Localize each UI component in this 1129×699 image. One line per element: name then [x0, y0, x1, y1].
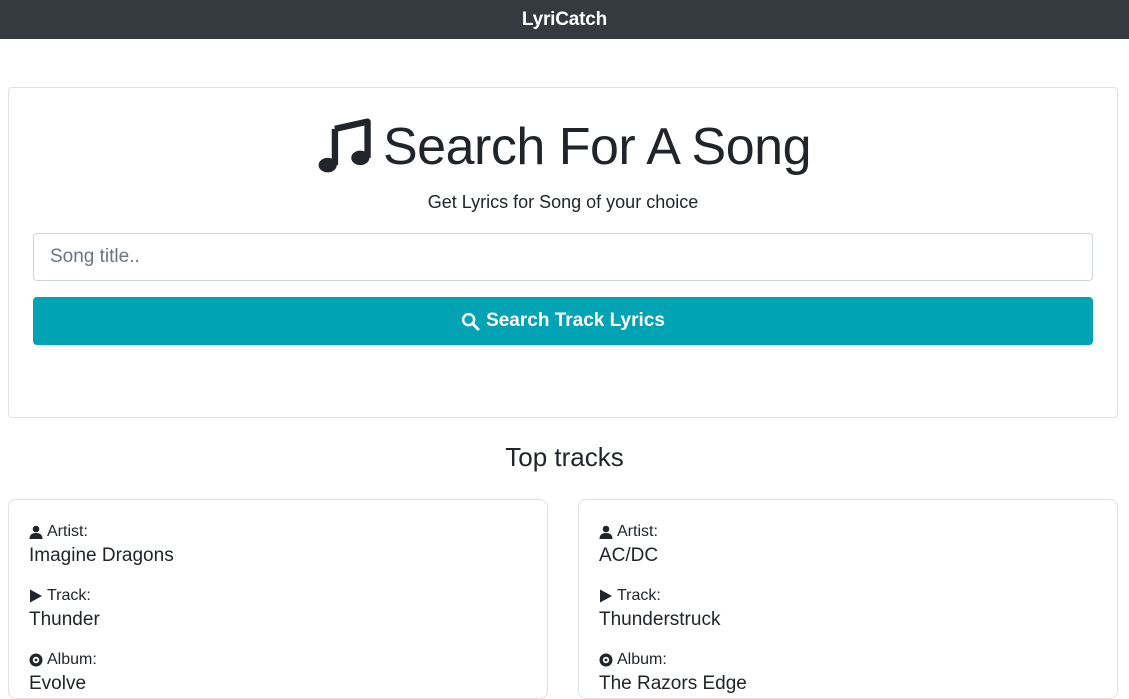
page-title: Search For A Song [383, 118, 812, 176]
album-label: Album: [47, 651, 97, 668]
album-field: Album: The Razors Edge [599, 650, 747, 695]
play-icon [30, 589, 42, 603]
user-icon [29, 525, 43, 539]
artist-name: Imagine Dragons [29, 545, 174, 566]
disc-icon [599, 653, 613, 667]
track-card: Artist: AC/DC Track: Thunderstruck Album… [578, 499, 1118, 699]
search-panel: Search For A Song Get Lyrics for Song of… [8, 87, 1118, 418]
track-label-row: Track: [29, 586, 100, 606]
album-field: Album: Evolve [29, 650, 97, 695]
artist-name: AC/DC [599, 545, 659, 566]
brand-title[interactable]: LyriCatch [522, 9, 607, 31]
artist-field: Artist: AC/DC [599, 522, 658, 567]
track-label-row: Track: [599, 586, 720, 606]
artist-label: Artist: [617, 523, 658, 540]
song-title-input[interactable] [33, 233, 1093, 281]
navbar: LyriCatch [0, 0, 1129, 39]
music-note-icon [318, 118, 371, 173]
artist-label-row: Artist: [29, 522, 174, 542]
track-name: Thunder [29, 609, 100, 630]
track-label: Track: [47, 587, 91, 604]
artist-label: Artist: [47, 523, 88, 540]
play-icon [600, 589, 612, 603]
track-card: Artist: Imagine Dragons Track: Thunder A… [8, 499, 548, 699]
album-name: Evolve [29, 673, 87, 694]
user-icon [599, 525, 613, 539]
album-name: The Razors Edge [599, 673, 747, 694]
search-track-lyrics-button[interactable]: Search Track Lyrics [33, 297, 1093, 345]
track-name: Thunderstruck [599, 609, 721, 630]
album-label-row: Album: [599, 650, 747, 670]
artist-label-row: Artist: [599, 522, 658, 542]
search-button-label: Search Track Lyrics [486, 310, 665, 331]
track-label: Track: [617, 587, 661, 604]
page-heading: Search For A Song [9, 114, 1117, 180]
album-label: Album: [617, 651, 667, 668]
artist-field: Artist: Imagine Dragons [29, 522, 174, 567]
search-icon [461, 312, 480, 331]
page-subtitle: Get Lyrics for Song of your choice [427, 192, 699, 212]
top-tracks-heading: Top tracks [505, 442, 624, 472]
track-field: Track: Thunderstruck [599, 586, 720, 631]
track-field: Track: Thunder [29, 586, 100, 631]
album-label-row: Album: [29, 650, 97, 670]
disc-icon [29, 653, 43, 667]
